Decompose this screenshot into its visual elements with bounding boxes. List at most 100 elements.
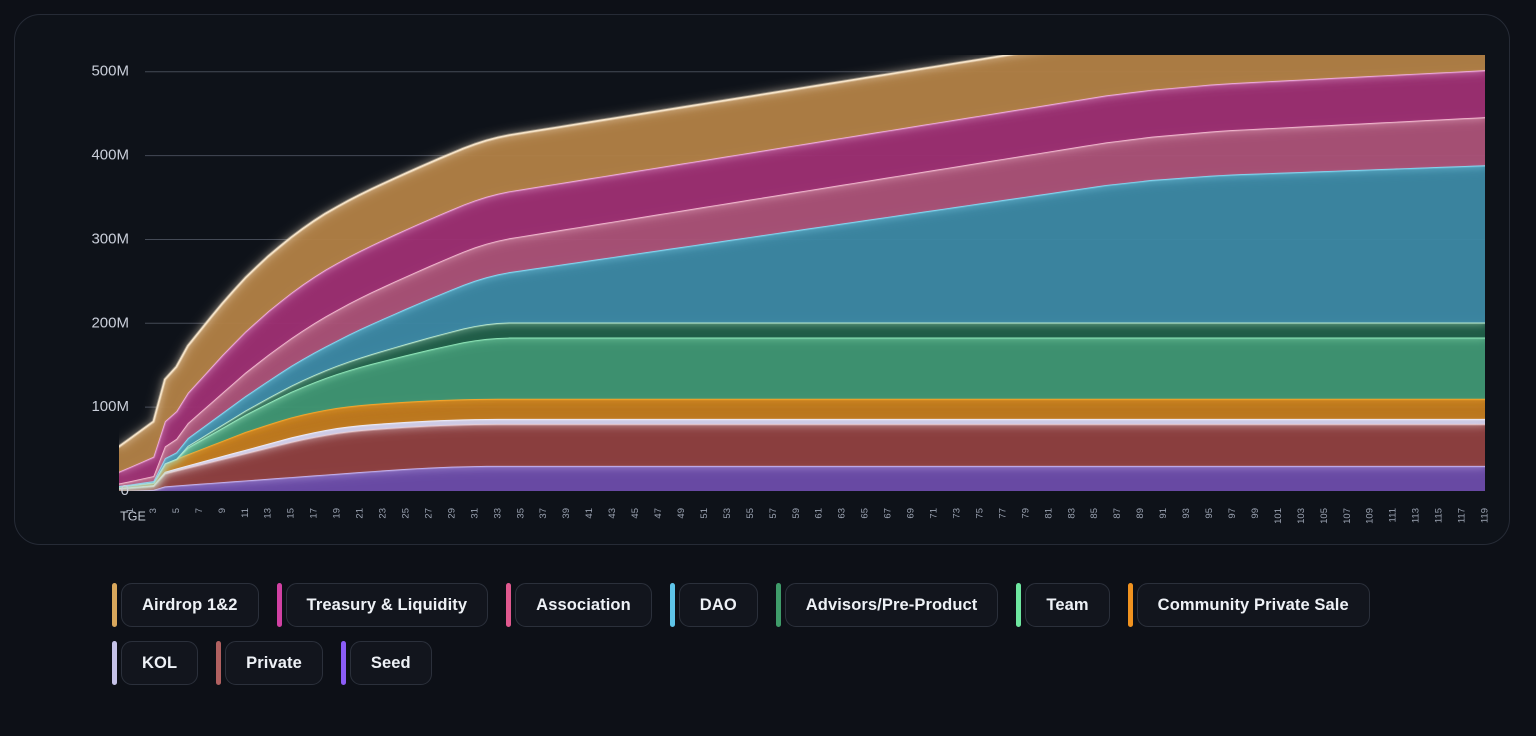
x-axis-tick-label: 115 [1434,508,1445,523]
x-axis-tick-label: 75 [974,508,985,519]
area-bands-group [119,55,1485,491]
x-axis-tick-label: 23 [378,508,389,519]
legend-color-swatch [112,583,117,627]
legend-color-swatch [775,583,781,627]
x-axis-tick-label: 107 [1342,508,1353,524]
x-axis-tick-label: 65 [860,508,871,519]
x-axis-tick-label: 105 [1319,508,1330,524]
x-axis-tick-label: 87 [1112,508,1123,519]
x-axis-tick-label: 73 [951,508,962,519]
legend-color-swatch [669,583,675,627]
x-axis-tick-label: 97 [1227,508,1238,519]
x-axis-tick-label: 1 [125,508,136,513]
x-axis-tick-label: 79 [1020,508,1031,519]
x-axis-tick-label: 47 [653,508,664,519]
vesting-chart-card: 0 100M 200M 300M 400M 500M TGE 1 3 5 7 9 11 13 15 17 19… [14,14,1510,545]
legend-color-swatch [216,641,222,685]
x-axis-tick-label: 91 [1158,508,1169,519]
x-axis-tick-label: 93 [1181,508,1192,519]
x-axis-tick-label: 11 [240,508,251,518]
legend-color-swatch [340,641,346,685]
x-axis-tick-label: 67 [883,508,894,519]
x-axis-tick-label: 95 [1204,508,1215,519]
y-axis-tick-label: 500M [91,63,129,80]
chart-canvas: 0 100M 200M 300M 400M 500M TGE 1 3 5 7 9 11 13 15 17 19… [15,15,1509,544]
x-axis-tick-label: 21 [355,508,366,519]
x-axis-tick-label: 99 [1250,508,1261,519]
x-axis-tick-label: 25 [400,508,411,519]
legend-item-label: Community Private Sale [1136,583,1370,627]
x-axis-tick-label: 69 [906,508,917,519]
x-axis-tick-label: 3 [148,508,159,513]
x-axis-tick-label: 111 [1388,508,1399,522]
legend-item-airdrop-1-2[interactable]: Airdrop 1&2 [112,583,259,627]
legend-item-treasury-liquidity[interactable]: Treasury & Liquidity [276,583,489,627]
x-axis-tick-label: 35 [515,508,526,519]
legend-item-team[interactable]: Team [1016,583,1110,627]
x-axis-tick-label: 51 [699,508,710,519]
x-axis-tick-label: 117 [1457,508,1468,523]
x-axis-tick-label: 55 [745,508,756,519]
x-axis-tick-label: 33 [492,508,503,519]
x-axis-tick-label: 37 [538,508,549,519]
x-axis-tick-label: 19 [332,508,343,519]
x-axis-tick-label: 15 [286,508,297,519]
x-axis-labels: TGE1 3 5 7 9 11 13 15 17 19 21 23 25 27 29 31 33 35 37 39 41… [120,508,1490,524]
legend-item-label: Seed [349,641,432,685]
x-axis-tick-label: 63 [837,508,848,519]
x-axis-tick-label: 39 [561,508,572,519]
legend-item-label: KOL [121,641,199,685]
x-axis-tick-label: 83 [1066,508,1077,519]
x-axis-tick-label: 81 [1043,508,1054,519]
legend-item-seed[interactable]: Seed [340,641,432,685]
legend-color-swatch [1127,583,1133,627]
legend-item-label: Association [515,583,652,627]
legend-item-label: Private [225,641,323,685]
x-axis-tick-label: 49 [676,508,687,519]
y-axis-labels: 0 100M 200M 300M 400M 500M [91,63,129,499]
x-axis-tick-label: 29 [446,508,457,519]
legend-item-private[interactable]: Private [216,641,323,685]
y-axis-tick-label: 100M [91,398,129,415]
x-axis-tick-label: 61 [814,508,825,519]
y-axis-tick-label: 200M [91,314,129,331]
legend-color-swatch [506,583,512,627]
x-axis-tick-label: 53 [722,508,733,519]
legend-color-swatch [276,583,282,627]
legend-item-dao[interactable]: DAO [669,583,758,627]
legend-item-advisors-pre-product[interactable]: Advisors/Pre-Product [775,583,999,627]
legend-item-label: DAO [678,583,758,627]
x-axis-tick-label: 41 [584,508,595,519]
x-axis-tick-label: 89 [1135,508,1146,519]
legend-color-swatch [112,641,117,685]
x-axis-tick-label: 31 [469,508,480,519]
legend-item-association[interactable]: Association [506,583,652,627]
x-axis-tick-label: 43 [607,508,618,519]
x-axis-tick-label: 85 [1089,508,1100,519]
x-axis-tick-label: 45 [630,508,641,519]
legend-item-community-private-sale[interactable]: Community Private Sale [1127,583,1370,627]
stacked-area-chart: 0100M200M300M400M500M TGE1 3 5 7 9 11 13 15 17 19… [91,55,1491,524]
x-axis-tick-label: 57 [768,508,779,519]
x-axis-tick-label: 103 [1296,508,1307,524]
x-axis-tick-label: 13 [263,508,274,519]
y-axis-tick-label: 400M [91,147,129,164]
x-axis-tick-label: 5 [171,508,182,513]
x-axis-tick-label: 119 [1480,508,1491,523]
legend-item-label: Advisors/Pre-Product [784,583,999,627]
chart-legend: Airdrop 1&2 Treasury & Liquidity Associati… [112,583,1472,685]
x-axis-tick-label: 101 [1273,508,1284,524]
x-axis-tick-label: 7 [194,508,205,513]
x-axis-tick-label: 9 [217,508,228,513]
legend-item-kol[interactable]: KOL [112,641,199,685]
legend-item-label: Airdrop 1&2 [121,583,259,627]
x-axis-tick-label: 27 [423,508,434,519]
x-axis-tick-label: 109 [1365,508,1376,524]
x-axis-tick-label: 77 [997,508,1008,519]
y-axis-tick-label: 0 [121,482,129,499]
legend-item-label: Treasury & Liquidity [285,583,489,627]
page-root: 0 100M 200M 300M 400M 500M TGE 1 3 5 7 9 11 13 15 17 19… [0,0,1536,736]
legend-color-swatch [1016,583,1022,627]
x-axis-tick-label: 71 [929,508,940,519]
legend-item-label: Team [1025,583,1110,627]
